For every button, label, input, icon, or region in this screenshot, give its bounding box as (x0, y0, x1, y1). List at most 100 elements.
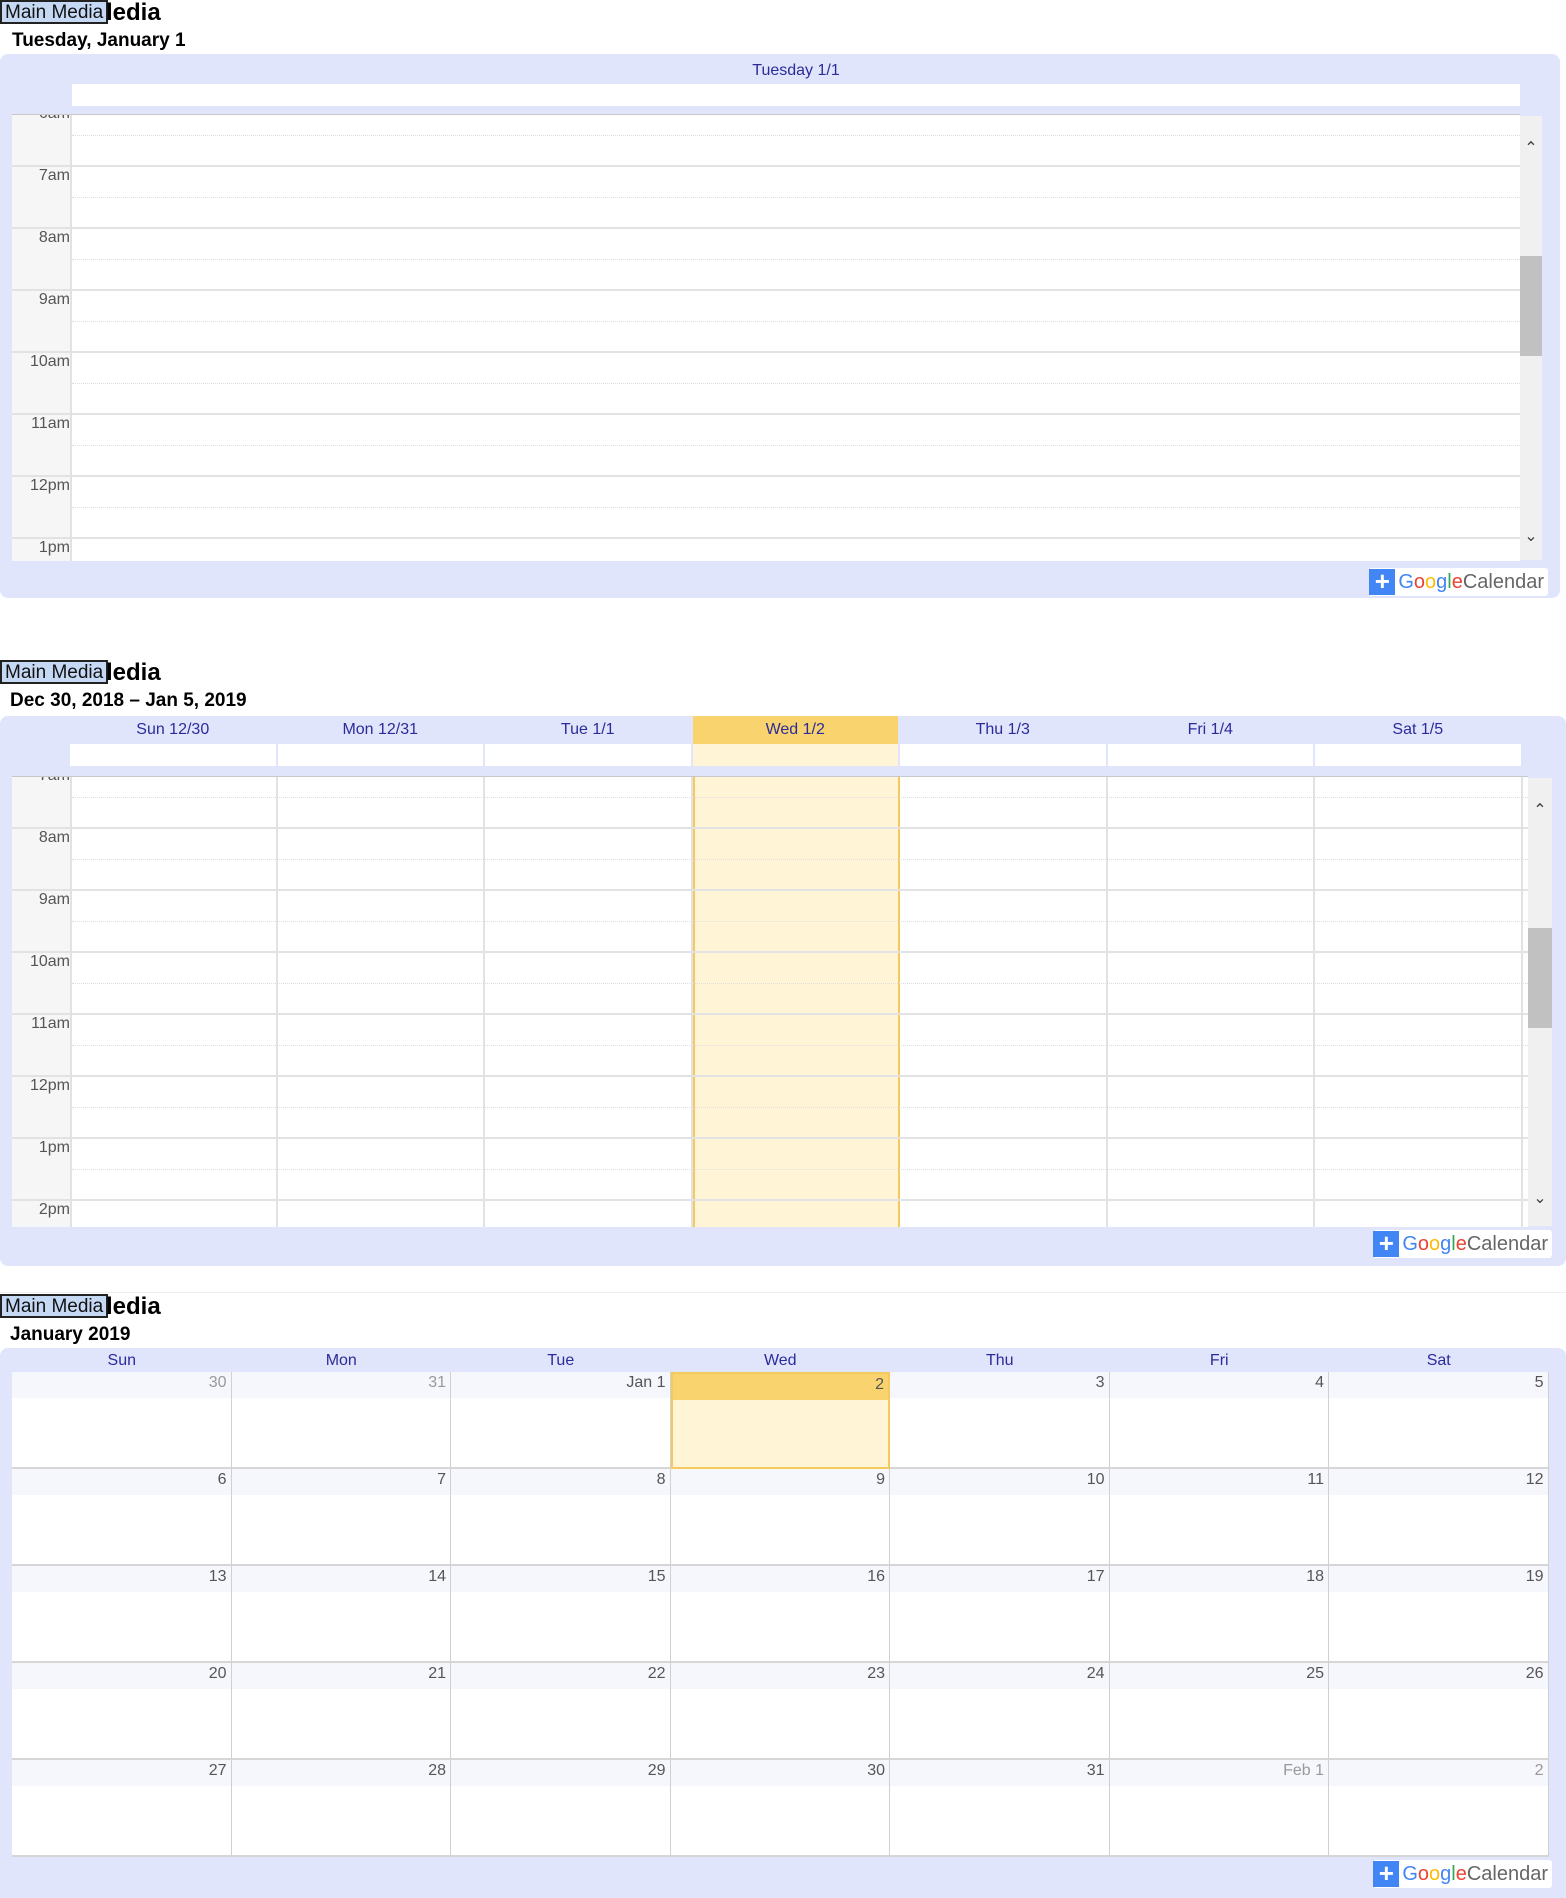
day-number[interactable]: 25 (1306, 1665, 1324, 1683)
day-number[interactable]: 4 (1315, 1374, 1324, 1392)
day-number[interactable]: 5 (1535, 1374, 1544, 1392)
day-cell[interactable]: 15 (451, 1566, 671, 1663)
day-number[interactable]: 17 (1087, 1568, 1105, 1586)
day-cell[interactable]: 29 (451, 1760, 671, 1857)
day-cell[interactable]: 5 (1329, 1372, 1549, 1469)
time-grid[interactable]: 7am 8am 9am 10am 11am 12pm 1pm 2pm (12, 776, 1528, 1227)
day-cell[interactable]: 14 (231, 1566, 451, 1663)
day-number[interactable]: 31 (1087, 1762, 1105, 1780)
day-cell[interactable]: 31 (890, 1760, 1110, 1857)
day-cell[interactable]: 8 (451, 1469, 671, 1566)
day-cell[interactable]: 13 (12, 1566, 232, 1663)
day-number[interactable]: 23 (867, 1665, 885, 1683)
day-cell[interactable]: 30 (12, 1372, 232, 1469)
day-cell[interactable]: 23 (670, 1663, 890, 1760)
day-number[interactable]: 22 (648, 1665, 666, 1683)
day-column-header[interactable]: Sun 12/30 (70, 716, 276, 744)
day-number[interactable]: 11 (1307, 1471, 1324, 1489)
day-number[interactable]: 7 (437, 1471, 446, 1489)
day-cell[interactable]: 19 (1329, 1566, 1549, 1663)
day-number[interactable]: 19 (1526, 1568, 1544, 1586)
day-cell[interactable]: 17 (890, 1566, 1110, 1663)
all-day-cell[interactable] (900, 744, 1106, 766)
day-column-header[interactable]: Thu 1/3 (900, 716, 1106, 744)
day-number[interactable]: 30 (867, 1762, 885, 1780)
day-number[interactable]: 2 (1535, 1762, 1544, 1780)
day-cell[interactable]: 18 (1109, 1566, 1329, 1663)
day-column-header[interactable]: Fri 1/4 (1108, 716, 1314, 744)
day-cell[interactable]: 12 (1329, 1469, 1549, 1566)
all-day-cell[interactable] (1107, 744, 1313, 766)
day-cell[interactable]: 9 (670, 1469, 890, 1566)
day-cell[interactable]: 2 (1329, 1760, 1549, 1857)
day-number[interactable]: 24 (1087, 1665, 1105, 1683)
title-tab[interactable]: Main Media (0, 1294, 109, 1318)
all-day-cell[interactable] (485, 744, 691, 766)
day-number[interactable]: 14 (428, 1568, 446, 1586)
scroll-thumb[interactable] (1520, 256, 1542, 356)
google-calendar-button[interactable]: + Google Calendar (1373, 1860, 1552, 1888)
vertical-scrollbar[interactable]: ⌃ ⌄ (1528, 778, 1552, 1226)
day-number[interactable]: 27 (209, 1762, 227, 1780)
day-cell[interactable]: 16 (670, 1566, 890, 1663)
day-cell[interactable]: Jan 1 (451, 1372, 671, 1469)
google-calendar-button[interactable]: + Google Calendar (1373, 1230, 1552, 1258)
day-number[interactable]: 29 (648, 1762, 666, 1780)
day-cell[interactable]: 4 (1109, 1372, 1329, 1469)
day-number[interactable]: 18 (1306, 1568, 1324, 1586)
day-cell[interactable]: 26 (1329, 1663, 1549, 1760)
day-number[interactable]: 30 (209, 1374, 227, 1392)
google-calendar-button[interactable]: + Google Calendar (1369, 568, 1548, 596)
day-number[interactable]: 6 (218, 1471, 227, 1489)
day-cell[interactable]: 22 (451, 1663, 671, 1760)
day-column-header[interactable]: Tue 1/1 (485, 716, 691, 744)
day-number[interactable]: 28 (428, 1762, 446, 1780)
time-grid[interactable]: 6am 7am 8am 9am 10am 11am 12pm 1pm (12, 114, 1520, 561)
chevron-down-icon[interactable]: ⌄ (1520, 526, 1542, 548)
day-number[interactable]: 21 (428, 1665, 446, 1683)
day-number[interactable]: 13 (209, 1568, 227, 1586)
chevron-down-icon[interactable]: ⌄ (1528, 1188, 1552, 1210)
day-cell[interactable]: 25 (1109, 1663, 1329, 1760)
day-cell[interactable]: 6 (12, 1469, 232, 1566)
day-number[interactable]: 15 (648, 1568, 666, 1586)
title-tab[interactable]: Main Media (0, 660, 109, 684)
day-column-header[interactable]: Tuesday 1/1 (72, 58, 1520, 84)
day-cell[interactable]: 30 (670, 1760, 890, 1857)
all-day-cell[interactable] (692, 744, 898, 766)
day-number[interactable]: Jan 1 (626, 1374, 665, 1392)
day-number[interactable]: 20 (209, 1665, 227, 1683)
vertical-scrollbar[interactable]: ⌃ ⌄ (1520, 116, 1542, 560)
day-cell[interactable]: 21 (231, 1663, 451, 1760)
scroll-thumb[interactable] (1528, 928, 1552, 1028)
day-number[interactable]: 3 (1096, 1374, 1105, 1392)
day-cell[interactable]: 3 (890, 1372, 1110, 1469)
day-cell[interactable]: 28 (231, 1760, 451, 1857)
title-tab[interactable]: Main Media (0, 0, 109, 24)
day-cell[interactable]: 24 (890, 1663, 1110, 1760)
all-day-cell[interactable] (1315, 744, 1521, 766)
day-cell[interactable]: Feb 1 (1109, 1760, 1329, 1857)
day-number[interactable]: 8 (657, 1471, 666, 1489)
day-cell[interactable]: 2 (670, 1372, 890, 1469)
day-number[interactable]: 31 (428, 1374, 446, 1392)
all-day-cell[interactable] (70, 744, 276, 766)
day-number[interactable]: 12 (1526, 1471, 1544, 1489)
chevron-up-icon[interactable]: ⌃ (1528, 800, 1552, 822)
day-number[interactable]: Feb 1 (1283, 1762, 1324, 1780)
day-number[interactable]: 10 (1087, 1471, 1105, 1489)
day-column-header[interactable]: Mon 12/31 (278, 716, 484, 744)
all-day-row[interactable] (72, 84, 1520, 106)
day-number[interactable]: 9 (876, 1471, 885, 1489)
day-number[interactable]: 26 (1526, 1665, 1544, 1683)
day-cell[interactable]: 7 (231, 1469, 451, 1566)
day-cell[interactable]: 20 (12, 1663, 232, 1760)
day-number[interactable]: 2 (875, 1376, 884, 1394)
day-cell[interactable]: 27 (12, 1760, 232, 1857)
day-column-header[interactable]: Sat 1/5 (1315, 716, 1521, 744)
day-column-header[interactable]: Wed 1/2 (692, 716, 898, 744)
day-cell[interactable]: 11 (1109, 1469, 1329, 1566)
day-number[interactable]: 16 (867, 1568, 885, 1586)
all-day-cell[interactable] (277, 744, 483, 766)
day-cell[interactable]: 10 (890, 1469, 1110, 1566)
